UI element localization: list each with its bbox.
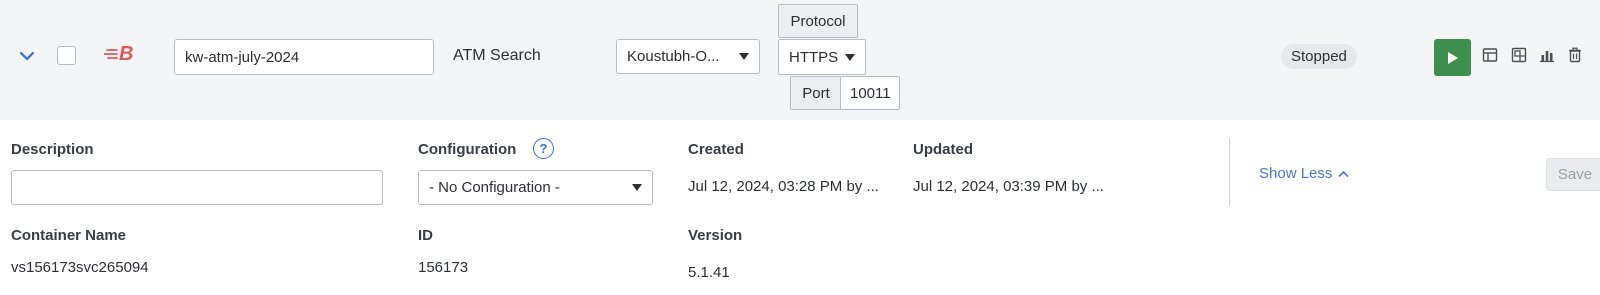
configuration-select[interactable]: - No Configuration - bbox=[418, 170, 653, 205]
bar-chart-icon[interactable] bbox=[1538, 46, 1556, 64]
id-label: ID bbox=[418, 227, 433, 244]
status-badge: Stopped bbox=[1281, 44, 1357, 69]
owner-select[interactable]: Koustubh-O... bbox=[616, 39, 760, 74]
updated-value: Jul 12, 2024, 03:39 PM by ... bbox=[913, 178, 1104, 195]
port-label: Port bbox=[790, 76, 841, 110]
caret-down-icon bbox=[739, 53, 749, 60]
description-input[interactable] bbox=[11, 170, 383, 205]
created-value: Jul 12, 2024, 03:28 PM by ... bbox=[688, 178, 879, 195]
service-type-text: ATM Search bbox=[453, 47, 541, 64]
id-value: 156173 bbox=[418, 259, 469, 276]
version-value: 5.1.41 bbox=[688, 264, 730, 281]
protocol-select[interactable]: HTTPS bbox=[778, 39, 866, 75]
configuration-select-value: - No Configuration - bbox=[429, 179, 560, 196]
version-label: Version bbox=[688, 227, 743, 244]
start-button[interactable] bbox=[1434, 39, 1471, 76]
configuration-label: Configuration bbox=[418, 141, 517, 158]
protocol-select-value: HTTPS bbox=[789, 48, 839, 66]
table-view-icon[interactable] bbox=[1481, 46, 1499, 64]
brand-logo-letter: B bbox=[119, 43, 134, 65]
row-select-checkbox[interactable] bbox=[57, 46, 76, 65]
updated-label: Updated bbox=[913, 141, 973, 158]
service-name-input[interactable] bbox=[174, 39, 434, 75]
service-row: B ATM Search Koustubh-O... Protocol HTTP… bbox=[0, 0, 1600, 120]
caret-down-icon bbox=[845, 53, 855, 61]
container-name-value: vs156173svc265094 bbox=[11, 259, 149, 276]
owner-select-value: Koustubh-O... bbox=[627, 48, 720, 65]
chevron-down-icon[interactable] bbox=[16, 46, 38, 66]
show-less-link[interactable]: Show Less bbox=[1259, 165, 1349, 182]
vertical-divider bbox=[1229, 138, 1230, 206]
container-name-label: Container Name bbox=[11, 227, 127, 244]
save-button[interactable]: Save bbox=[1546, 158, 1600, 191]
trash-icon[interactable] bbox=[1566, 46, 1584, 64]
caret-down-icon bbox=[632, 184, 642, 191]
chevron-up-icon bbox=[1339, 170, 1349, 177]
created-label: Created bbox=[688, 141, 744, 158]
description-label: Description bbox=[11, 141, 94, 158]
help-icon[interactable]: ? bbox=[533, 138, 554, 159]
brand-logo-icon: B bbox=[104, 42, 133, 66]
protocol-label: Protocol bbox=[778, 4, 858, 38]
show-less-label: Show Less bbox=[1259, 165, 1333, 182]
port-input[interactable] bbox=[840, 76, 900, 110]
dashboard-icon[interactable] bbox=[1510, 46, 1528, 64]
play-icon bbox=[1447, 51, 1458, 64]
